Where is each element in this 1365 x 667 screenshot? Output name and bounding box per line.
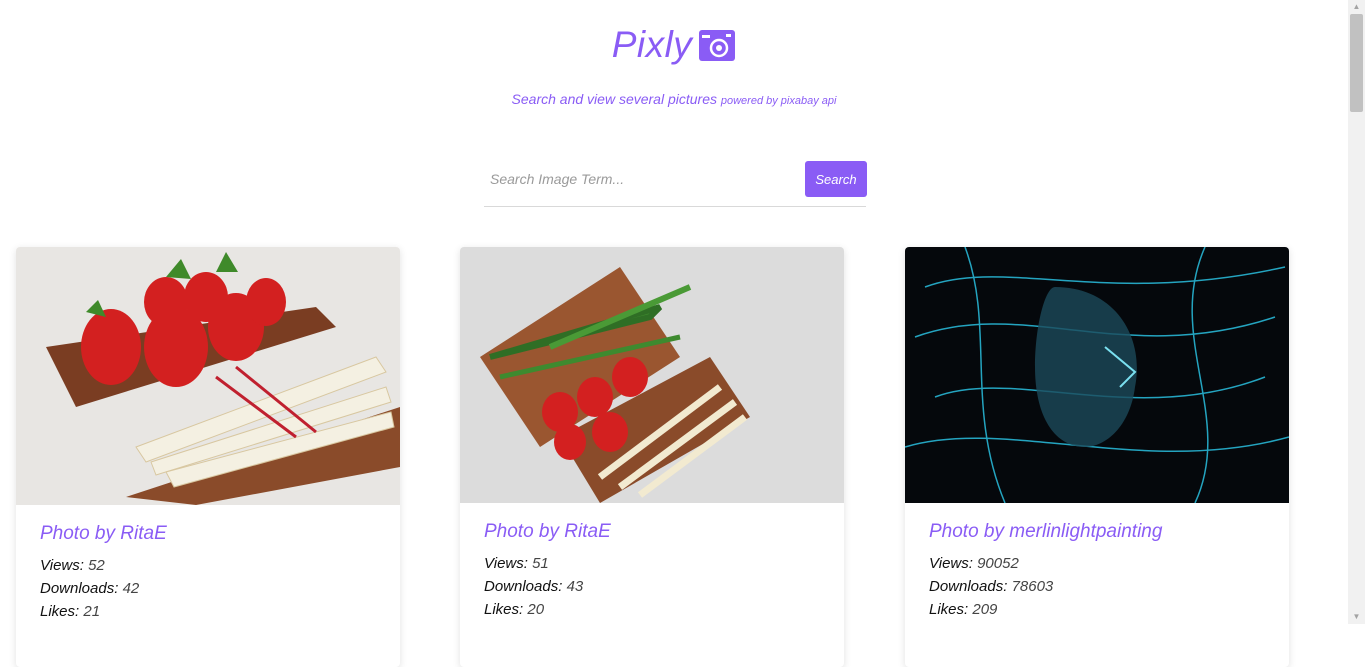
photographer-link[interactable]: Photo by RitaE — [484, 521, 820, 543]
camera-icon — [699, 30, 736, 61]
photographer-link[interactable]: Photo by merlinlightpainting — [929, 521, 1265, 543]
subtitle-main: Search and view several pictures — [511, 91, 717, 107]
photographer-link[interactable]: Photo by RitaE — [40, 523, 376, 545]
subtitle-powered-by: powered by pixabay api — [720, 95, 837, 107]
scroll-down-icon[interactable]: ▼ — [1348, 610, 1365, 624]
subtitle: Search and view several pictures powered… — [0, 91, 1348, 107]
downloads-stat: Downloads: 42 — [40, 580, 140, 597]
scroll-thumb[interactable] — [1350, 14, 1363, 112]
logo-text: Pixly — [611, 24, 693, 65]
image-strawberries-asparagus[interactable] — [16, 247, 400, 505]
likes-stat: Likes: 21 — [40, 603, 101, 620]
search-form: Search — [484, 160, 867, 207]
views-stat: Views: 51 — [484, 555, 549, 572]
downloads-stat: Downloads: 78603 — [929, 578, 1054, 595]
logo: Pixly — [0, 24, 1348, 66]
card-body: Photo by RitaE Views: 52 Downloads: 42 L… — [16, 505, 400, 644]
card-body: Photo by merlinlightpainting Views: 9005… — [905, 503, 1289, 642]
search-button[interactable]: Search — [805, 161, 867, 197]
vertical-scrollbar[interactable]: ▲ ▼ — [1348, 0, 1365, 624]
image-card: Photo by RitaE Views: 52 Downloads: 42 L… — [16, 247, 400, 667]
likes-stat: Likes: 20 — [484, 601, 545, 618]
views-stat: Views: 90052 — [929, 555, 1019, 572]
image-card: Photo by merlinlightpainting Views: 9005… — [905, 247, 1289, 667]
image-strawberries-herbs[interactable] — [460, 247, 844, 503]
image-card: Photo by RitaE Views: 51 Downloads: 43 L… — [460, 247, 844, 667]
downloads-stat: Downloads: 43 — [484, 578, 584, 595]
image-light-painting-portrait[interactable] — [905, 247, 1289, 503]
views-stat: Views: 52 — [40, 557, 105, 574]
likes-stat: Likes: 209 — [929, 601, 998, 618]
scroll-up-icon[interactable]: ▲ — [1348, 0, 1365, 14]
card-body: Photo by RitaE Views: 51 Downloads: 43 L… — [460, 503, 844, 642]
search-input[interactable] — [484, 160, 806, 198]
